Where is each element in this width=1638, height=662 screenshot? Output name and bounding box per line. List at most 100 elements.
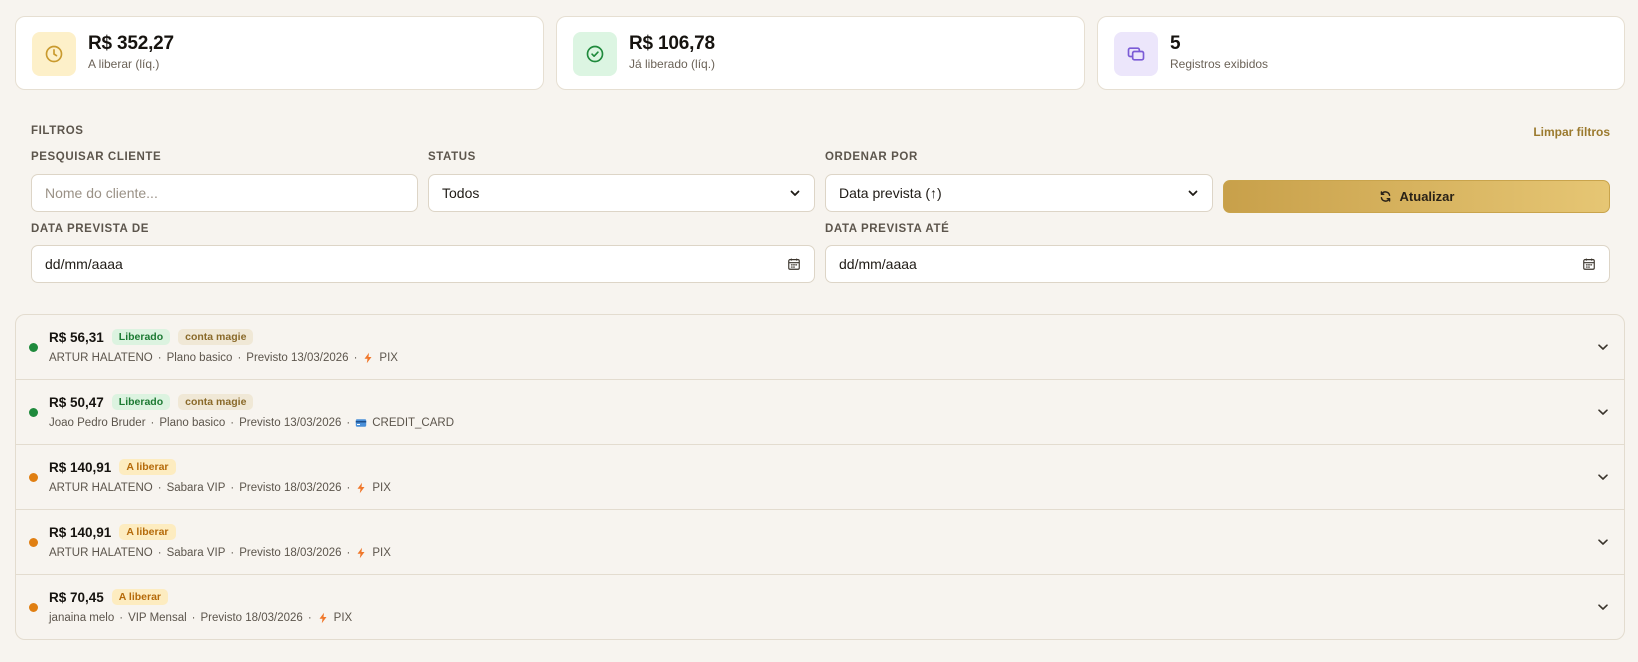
chevron-down-icon[interactable] [1596,405,1610,419]
record-row[interactable]: R$ 70,45 A liberar janaina melo · VIP Me… [16,575,1624,639]
separator: · [230,547,235,559]
status-badge: Liberado [111,394,171,410]
chevron-down-icon[interactable] [1596,470,1610,484]
account-tag: conta magie [178,394,254,410]
record-plan: Sabara VIP [166,547,226,559]
status-badge: A liberar [119,524,176,540]
separator: · [230,482,235,494]
records-count-card: 5 Registros exibidos [1097,16,1625,90]
status-badge: Liberado [111,329,171,345]
check-circle-icon [573,32,617,76]
status-select[interactable]: Todos [428,174,815,212]
separator: · [191,612,196,624]
refresh-icon [1380,191,1390,202]
status-selected: Todos [442,185,480,201]
credit-card-icon [356,419,367,427]
record-expected-date: Previsto 18/03/2026 [200,612,303,624]
chevron-down-icon[interactable] [1596,600,1610,614]
date-from-value: dd/mm/aaaa [45,256,123,272]
record-payment-method: PIX [379,352,398,364]
date-from-label: DATA PREVISTA DE [31,223,150,235]
filters-title: FILTROS [31,125,84,137]
record-row[interactable]: R$ 56,31 Liberado conta magie ARTUR HALA… [16,315,1624,380]
separator: · [119,612,124,624]
separator: · [157,547,162,559]
date-to-input[interactable]: dd/mm/aaaa [825,245,1610,283]
record-plan: Plano basico [166,352,233,364]
record-client: janaina melo [49,612,115,624]
clear-filters-link[interactable]: Limpar filtros [1533,125,1610,139]
record-row[interactable]: R$ 50,47 Liberado conta magie Joao Pedro… [16,380,1624,445]
record-header: R$ 140,91 A liberar [49,524,176,540]
to-release-label: A liberar (líq.) [88,57,160,71]
chevron-down-icon[interactable] [1596,340,1610,354]
record-amount: R$ 50,47 [49,394,104,410]
released-value: R$ 106,78 [629,33,715,54]
record-client: ARTUR HALATENO [49,482,153,494]
record-row[interactable]: R$ 140,91 A liberar ARTUR HALATENO · Sab… [16,510,1624,575]
record-header: R$ 140,91 A liberar [49,459,176,475]
bolt-icon [357,547,365,559]
separator: · [237,352,242,364]
record-expected-date: Previsto 18/03/2026 [239,547,342,559]
record-header: R$ 70,45 A liberar [49,589,169,605]
status-dot [29,603,38,612]
record-client: Joao Pedro Bruder [49,417,146,429]
record-payment-method: PIX [372,482,391,494]
record-header: R$ 50,47 Liberado conta magie [49,394,254,410]
record-expected-date: Previsto 13/03/2026 [239,417,342,429]
status-dot [29,343,38,352]
calendar-icon[interactable] [1582,257,1596,271]
order-selected: Data prevista (↑) [839,185,942,201]
released-card: R$ 106,78 Já liberado (líq.) [556,16,1085,90]
record-plan: Sabara VIP [166,482,226,494]
record-client: ARTUR HALATENO [49,352,153,364]
separator: · [346,417,351,429]
status-dot [29,538,38,547]
separator: · [157,352,162,364]
record-details: ARTUR HALATENO · Sabara VIP · Previsto 1… [49,482,391,494]
record-amount: R$ 56,31 [49,329,104,345]
refresh-button[interactable]: Atualizar [1223,180,1610,213]
record-details: janaina melo · VIP Mensal · Previsto 18/… [49,612,352,624]
records-count-value: 5 [1170,33,1181,54]
separator: · [346,482,351,494]
record-plan: Plano basico [159,417,226,429]
record-amount: R$ 140,91 [49,459,112,475]
record-amount: R$ 70,45 [49,589,104,605]
clock-icon [32,32,76,76]
bolt-icon [364,352,372,364]
search-field [31,174,418,212]
status-badge: A liberar [111,589,169,605]
record-payment-method: CREDIT_CARD [372,417,455,429]
date-from-input[interactable]: dd/mm/aaaa [31,245,815,283]
order-select[interactable]: Data prevista (↑) [825,174,1213,212]
to-release-card: R$ 352,27 A liberar (líq.) [15,16,544,90]
status-dot [29,473,38,482]
record-details: ARTUR HALATENO · Plano basico · Previsto… [49,352,398,364]
chevron-down-icon[interactable] [1596,535,1610,549]
record-client: ARTUR HALATENO [49,547,153,559]
record-amount: R$ 140,91 [49,524,112,540]
record-plan: VIP Mensal [128,612,187,624]
status-label: STATUS [428,151,476,163]
status-badge: A liberar [119,459,176,475]
records-count-label: Registros exibidos [1170,57,1269,71]
search-input[interactable] [45,185,404,201]
record-expected-date: Previsto 18/03/2026 [239,482,342,494]
order-label: ORDENAR POR [825,151,918,163]
status-dot [29,408,38,417]
refresh-label: Atualizar [1399,189,1455,204]
calendar-icon[interactable] [787,257,801,271]
separator: · [353,352,358,364]
account-tag: conta magie [178,329,254,345]
to-release-value: R$ 352,27 [88,33,174,54]
separator: · [307,612,312,624]
chevron-down-icon [790,190,800,196]
record-row[interactable]: R$ 140,91 A liberar ARTUR HALATENO · Sab… [16,445,1624,510]
separator: · [230,417,235,429]
record-payment-method: PIX [333,612,353,624]
record-details: ARTUR HALATENO · Sabara VIP · Previsto 1… [49,547,391,559]
chevron-down-icon [1188,190,1198,196]
date-to-value: dd/mm/aaaa [839,256,917,272]
